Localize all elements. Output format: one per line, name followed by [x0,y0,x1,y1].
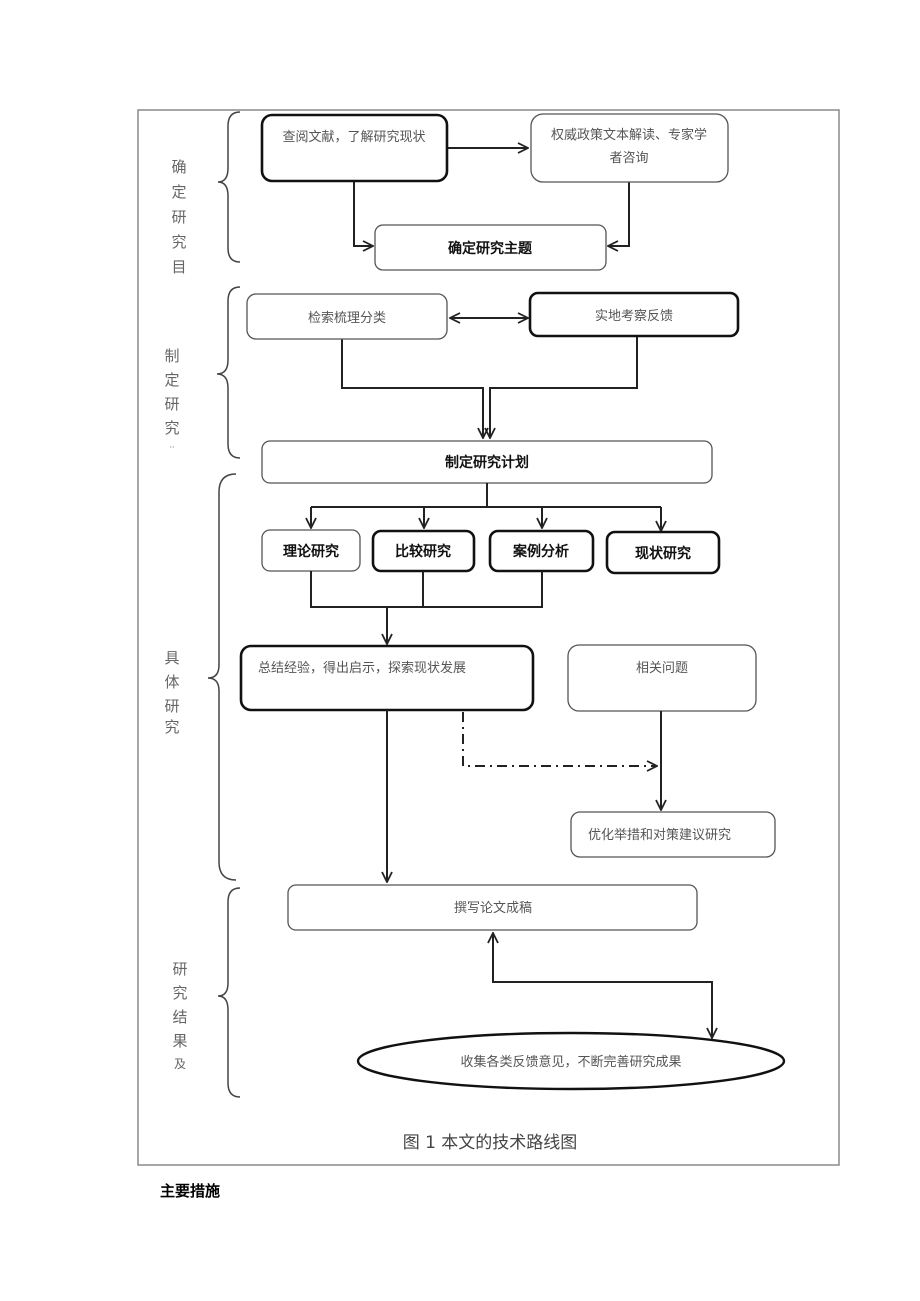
phase1-brace [217,111,241,263]
node-collect-feedback-label: 收集各类反馈意见，不断完善研究成果 [460,1054,681,1070]
phase4-char: 究 [172,984,187,1002]
node-search-classify-label: 检索梳理分类 [308,311,386,326]
node-optimize-label: 优化举措和对策建议研究 [588,827,731,843]
node-theory-research-label: 理论研究 [283,543,339,560]
phase3-char: 研 [164,697,179,715]
edge-research-merge [310,571,543,608]
phase3-label: 具 体 研 究 [164,649,179,736]
phase4-char: 果 [172,1032,187,1050]
phase3-brace [207,473,237,881]
phase3-char: 究 [164,718,179,736]
node-policy-expert-label-line2: 者咨询 [609,151,648,166]
phase2-char: ·· [169,443,174,452]
node-make-plan-label: 制定研究计划 [445,454,529,471]
node-related-issues [567,644,757,712]
node-summarize-label: 总结经验，得出启示，探索现状发展 [258,660,466,676]
phase1-char: 目 [171,258,186,276]
phase1-char: 研 [171,208,186,226]
edge-summarize-to-optimize-dashdot [462,712,657,766]
phase2-label: 制 定 研 究 ·· [164,347,179,452]
phase4-char: 及 [174,1057,186,1071]
phase4-brace [217,887,241,1098]
phase2-char: 制 [164,347,179,365]
node-status-research-label: 现状研究 [635,545,691,562]
phase1-char: 确 [171,158,186,176]
node-related-issues-label: 相关问题 [636,661,688,676]
edge-write-feedback-bidirectional [493,933,712,1038]
node-define-topic-label: 确定研究主题 [448,240,533,257]
phase4-char: 结 [172,1008,187,1026]
phase4-char: 研 [172,960,187,978]
section-heading: 主要措施 [160,1182,221,1200]
edge-review-to-topic [353,181,373,246]
node-policy-expert [530,113,729,183]
node-field-survey-label: 实地考察反馈 [595,309,673,324]
edge-policy-to-topic [608,182,630,246]
technical-roadmap-diagram: 确 定 研 究 目 制 定 研 究 ·· 具 体 研 究 研 究 结 果 及 查… [137,109,840,1166]
phase1-char: 究 [171,233,186,251]
phase3-char: 体 [164,673,179,691]
node-summarize [239,644,535,712]
figure-caption: 图 1 本文的技术路线图 [403,1133,578,1153]
node-case-analysis-label: 案例分析 [512,543,569,560]
phase3-char: 具 [164,649,179,667]
edge-field-to-plan [490,336,638,438]
phase2-char: 研 [164,395,179,413]
phase4-label: 研 究 结 果 及 [172,960,187,1071]
phase2-char: 定 [164,371,179,389]
node-review-literature [260,113,449,183]
phase2-brace [216,286,241,459]
phase1-label: 确 定 研 究 目 [171,158,186,276]
node-review-literature-label: 查阅文献，了解研究现状 [282,130,425,145]
phase1-char: 定 [171,183,186,201]
node-write-paper-label: 撰写论文成稿 [454,900,532,916]
phase2-char: 究 [164,419,179,437]
node-policy-expert-label-line1: 权威政策文本解读、专家学 [551,127,707,143]
node-comparative-research-label: 比较研究 [395,543,451,560]
edge-search-to-plan [341,339,483,438]
